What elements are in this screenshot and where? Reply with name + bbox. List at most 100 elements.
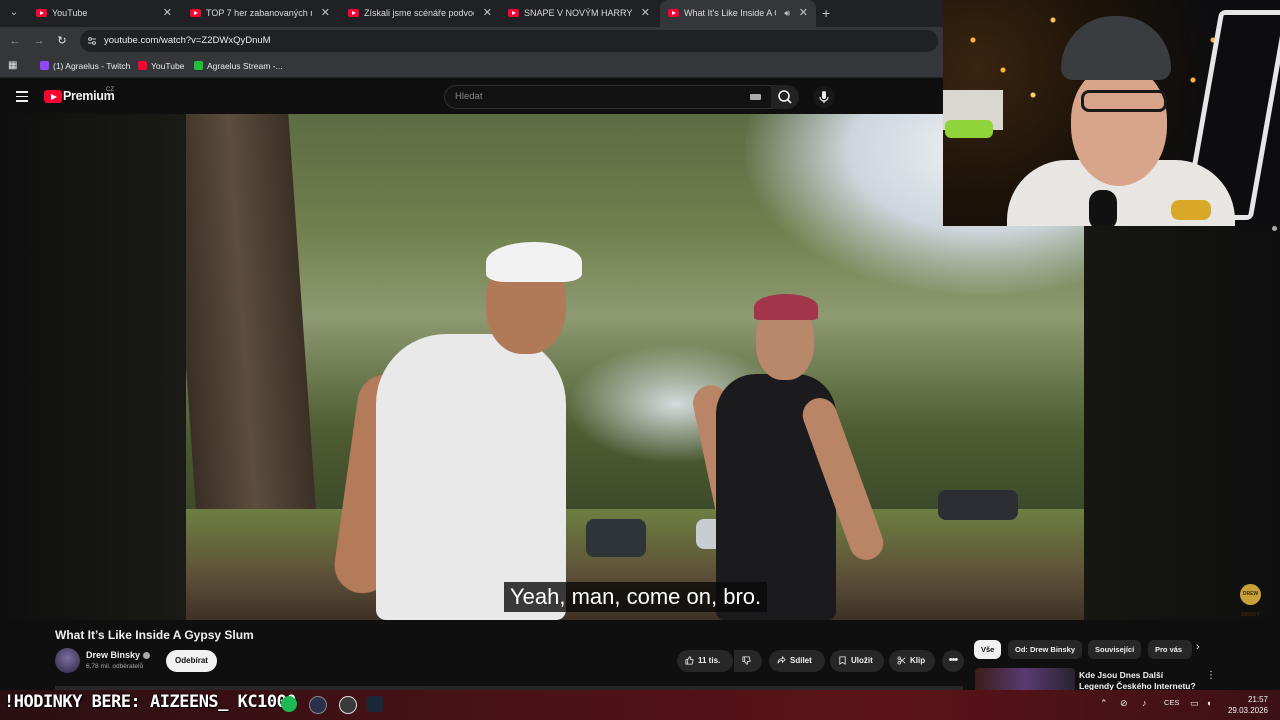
microphone	[1089, 190, 1117, 226]
close-tab-icon[interactable]: ✕	[483, 0, 492, 27]
channel-name[interactable]: Drew Binsky	[86, 650, 151, 660]
twitch-icon	[40, 61, 49, 70]
tab-title: TOP 7 her zabanovaných na Ste	[206, 8, 312, 18]
bookmark-label: YouTube	[151, 61, 185, 71]
video-car	[938, 490, 1018, 520]
recommendation-title[interactable]: Kde Jsou Dnes Další Legendy Českého Inte…	[1079, 670, 1199, 692]
keyboard-icon[interactable]	[750, 94, 761, 100]
stream-overlay-text: !HODINKY BERE: AIZEENS_ KC1000	[4, 692, 297, 712]
app-icon[interactable]	[339, 696, 357, 714]
chevron-right-icon[interactable]: ›	[1196, 641, 1200, 653]
site-settings-icon[interactable]	[87, 36, 97, 46]
youtube-favicon-icon	[190, 9, 201, 17]
chip-related[interactable]: Související	[1088, 640, 1142, 659]
browser-tab[interactable]: YouTube ✕	[28, 0, 180, 27]
youtube-header: Premium CZ Hledat	[0, 78, 944, 114]
browser-tab[interactable]: Získali jsme scénáře podvodník ✕	[340, 0, 500, 27]
youtube-favicon-icon	[668, 9, 679, 17]
chip-all[interactable]: Vše	[974, 640, 1002, 659]
clock-date: 29.03.2026	[1227, 706, 1268, 715]
microphone-tray-icon[interactable]: ♪	[1142, 698, 1147, 708]
dislike-button[interactable]	[734, 650, 762, 672]
close-tab-icon[interactable]: ✕	[321, 0, 330, 27]
tab-title: SNAPE V NOVÝM HARRY POTTE	[524, 8, 632, 18]
new-tab-button[interactable]: +	[822, 0, 830, 27]
tab-title: Získali jsme scénáře podvodník	[364, 8, 474, 18]
webcam-overlay	[943, 0, 1280, 226]
youtube-favicon-icon	[508, 9, 519, 17]
clip-button[interactable]: Klip	[889, 650, 935, 672]
bookmark-label: Agraelus Stream -...	[207, 61, 283, 71]
search-input[interactable]: Hledat	[444, 85, 772, 109]
save-button[interactable]: Uložit	[830, 650, 884, 672]
browser-tab[interactable]: SNAPE V NOVÝM HARRY POTTE ✕	[500, 0, 658, 27]
kick-icon	[194, 61, 203, 70]
speaker-icon[interactable]: 🔊︎	[784, 0, 790, 27]
webcam-background	[1171, 200, 1211, 220]
youtube-icon	[138, 61, 147, 70]
save-label: Uložit	[851, 656, 873, 665]
more-actions-button[interactable]: •••	[942, 650, 964, 672]
recommendation-thumbnail[interactable]	[975, 668, 1075, 692]
country-code: CZ	[106, 87, 114, 93]
share-button[interactable]: Sdílet	[769, 650, 825, 672]
subscribe-button[interactable]: Odebírat	[166, 650, 217, 672]
browser-tab-active[interactable]: What It's Like Inside A Gyps 🔊︎ ✕	[660, 0, 816, 27]
like-count: 11 tis.	[698, 656, 721, 665]
tray-chevron-icon[interactable]: ⌃	[1100, 698, 1108, 709]
system-clock[interactable]: 21:57 29.03.2026	[1224, 694, 1268, 716]
channel-watermark[interactable]: DREW BINSKY	[1240, 584, 1261, 618]
video-person-right	[754, 294, 818, 320]
address-bar[interactable]: youtube.com/watch?v=Z2DWxQyDnuM	[80, 30, 938, 52]
tab-title: What It's Like Inside A Gyps	[684, 8, 776, 18]
thumbs-up-icon	[685, 656, 694, 665]
tab-search-chevron-icon[interactable]: ⌄	[4, 4, 24, 22]
steam-icon[interactable]	[367, 696, 383, 712]
bookmark-label: (1) Agraelus - Twitch	[53, 61, 131, 71]
back-arrow-icon[interactable]: ←	[6, 32, 24, 50]
browser-tab[interactable]: TOP 7 her zabanovaných na Ste ✕	[182, 0, 338, 27]
microphone-icon	[819, 91, 829, 103]
more-vert-icon[interactable]: ⋮	[1206, 670, 1216, 681]
obs-icon[interactable]	[309, 696, 327, 714]
apps-grid-icon[interactable]: ▦	[8, 55, 17, 77]
subscriber-count: 6,78 mil. odběratelů	[86, 663, 144, 670]
streamer	[1071, 66, 1167, 186]
browser-toolbar: ← → ↻ youtube.com/watch?v=Z2DWxQyDnuM	[0, 27, 944, 55]
youtube-favicon-icon	[348, 9, 359, 17]
voice-search-button[interactable]	[813, 86, 835, 108]
spotify-icon[interactable]	[281, 696, 297, 712]
like-button[interactable]: 11 tis.	[677, 650, 733, 672]
close-tab-icon[interactable]: ✕	[163, 0, 172, 27]
youtube-logo-icon[interactable]	[44, 90, 62, 103]
menu-icon[interactable]	[16, 91, 28, 105]
thumbs-down-icon	[742, 656, 751, 665]
monitor-icon[interactable]: ▭	[1190, 698, 1199, 709]
youtube-favicon-icon	[36, 9, 47, 17]
channel-avatar[interactable]	[55, 648, 80, 673]
tab-title: YouTube	[52, 8, 88, 18]
input-language[interactable]: CES	[1164, 698, 1179, 707]
bookmark-item[interactable]: Agraelus Stream -...	[194, 55, 283, 77]
video-person-left	[376, 334, 566, 620]
share-label: Sdílet	[790, 656, 812, 665]
network-icon[interactable]: ⊘	[1120, 698, 1128, 709]
video-title: What It’s Like Inside A Gypsy Slum	[55, 628, 254, 642]
scrollbar-indicator[interactable]	[1272, 226, 1277, 231]
close-tab-icon[interactable]: ✕	[641, 0, 650, 27]
video-car	[586, 519, 646, 557]
chip-for-you[interactable]: Pro vás	[1148, 640, 1192, 659]
close-tab-icon[interactable]: ✕	[799, 0, 808, 27]
forward-arrow-icon[interactable]: →	[30, 32, 48, 50]
webcam-background	[945, 120, 993, 138]
bookmark-item[interactable]: (1) Agraelus - Twitch	[40, 55, 130, 77]
bookmark-item[interactable]: YouTube	[138, 55, 184, 77]
video-person-left	[486, 242, 582, 282]
search-button[interactable]	[771, 85, 799, 109]
volume-icon[interactable]: ◖	[1206, 698, 1211, 708]
search-placeholder: Hledat	[455, 91, 483, 102]
scissors-icon	[897, 656, 906, 665]
browser-tabstrip: ⌄ YouTube ✕ TOP 7 her zabanovaných na St…	[0, 0, 944, 27]
chip-from-channel[interactable]: Od: Drew Binsky	[1008, 640, 1083, 659]
reload-icon[interactable]: ↻	[53, 32, 71, 50]
